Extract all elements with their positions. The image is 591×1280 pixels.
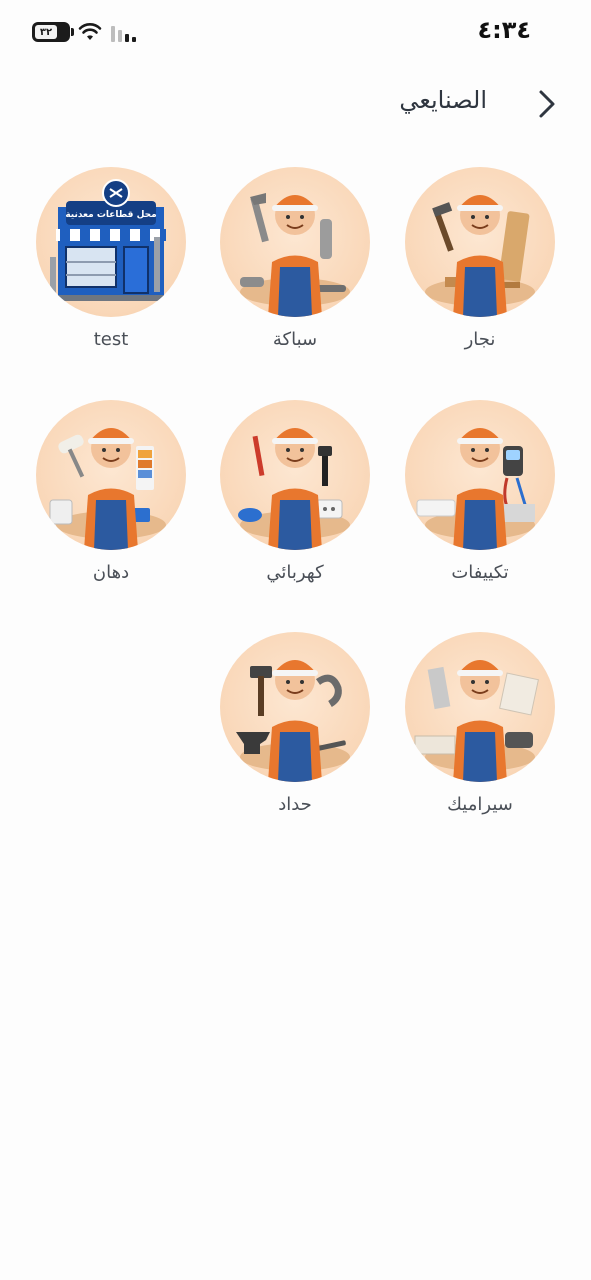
blacksmith-avatar — [220, 632, 370, 782]
category-label: test — [93, 329, 129, 350]
carpenter-avatar — [405, 167, 555, 317]
category-label: كهربائي — [266, 562, 324, 583]
ac-technician-avatar — [405, 400, 555, 550]
battery-level: ٣٢ — [35, 25, 57, 39]
wifi-icon — [78, 23, 102, 40]
category-ceramic[interactable]: سيراميك — [395, 632, 565, 815]
back-button[interactable] — [527, 84, 567, 124]
painter-avatar — [36, 400, 186, 550]
chevron-right-icon — [539, 90, 555, 118]
category-label: دهان — [92, 562, 130, 583]
category-label: نجار — [464, 329, 496, 350]
category-ac[interactable]: تكييفات — [395, 400, 565, 583]
screen: ٣٢ ٤:٣٤ الصنايعي نجار سباكة محل قطاعات م… — [0, 0, 591, 1280]
category-label: سيراميك — [447, 794, 513, 815]
shop-sign: محل قطاعات معدنية — [65, 210, 156, 220]
header: الصنايعي — [0, 70, 591, 134]
category-label: تكييفات — [451, 562, 509, 583]
signal-icon — [111, 26, 136, 42]
category-blacksmith[interactable]: حداد — [210, 632, 380, 815]
category-label: حداد — [278, 794, 312, 815]
electrician-avatar — [220, 400, 370, 550]
category-painter[interactable]: دهان — [26, 400, 196, 583]
category-electrician[interactable]: كهربائي — [210, 400, 380, 583]
category-carpenter[interactable]: نجار — [395, 167, 565, 350]
page-title: الصنايعي — [399, 86, 487, 114]
status-bar: ٣٢ ٤:٣٤ — [0, 0, 591, 60]
hardware-shop-avatar: محل قطاعات معدنية — [36, 167, 186, 317]
status-time: ٤:٣٤ — [477, 16, 531, 44]
category-test[interactable]: محل قطاعات معدنية test — [26, 167, 196, 350]
category-plumber[interactable]: سباكة — [210, 167, 380, 350]
category-label: سباكة — [272, 329, 318, 350]
plumber-avatar — [220, 167, 370, 317]
tiler-avatar — [405, 632, 555, 782]
battery-icon: ٣٢ — [32, 22, 74, 42]
